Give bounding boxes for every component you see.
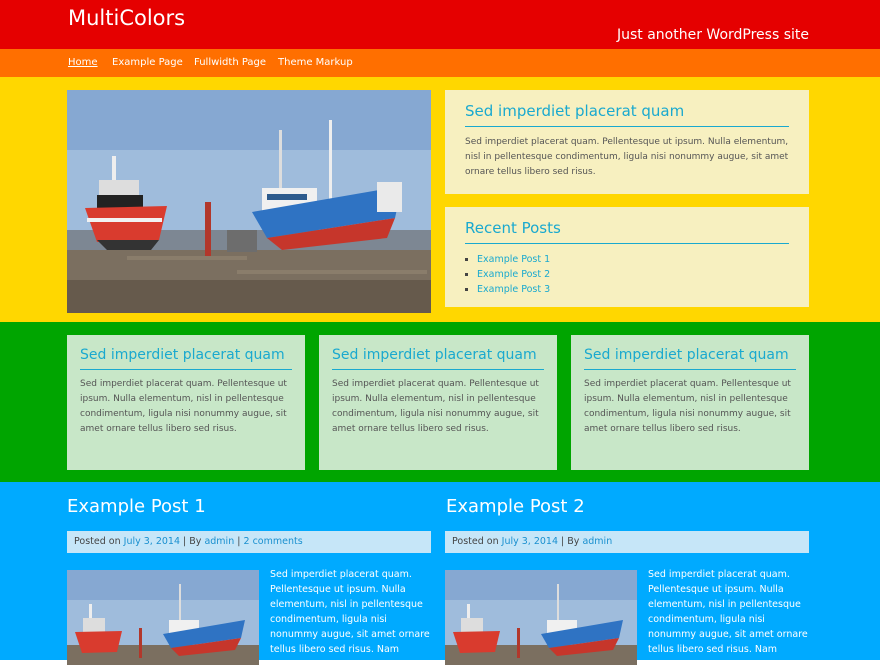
post-title[interactable]: Example Post 2 (446, 496, 585, 517)
author-link[interactable]: admin (582, 536, 612, 547)
widget-text: Sed imperdiet placerat quam. Pellentesqu… (80, 379, 287, 434)
post-title[interactable]: Example Post 1 (67, 496, 206, 517)
widget-title-recent-posts: Recent Posts (465, 219, 789, 244)
nav-item-fullwidth-page[interactable]: Fullwidth Page (194, 57, 266, 68)
recent-post-link[interactable]: Example Post 3 (477, 284, 550, 295)
nav-item-theme-markup[interactable]: Theme Markup (278, 57, 353, 68)
recent-post-link[interactable]: Example Post 1 (477, 254, 550, 265)
boats-thumbnail (67, 570, 259, 665)
post-excerpt: Sed imperdiet placerat quam. Pellentesqu… (648, 569, 808, 655)
author-link[interactable]: admin (204, 536, 234, 547)
site-title[interactable]: MultiColors (68, 6, 185, 30)
post-date-link[interactable]: July 3, 2014 (502, 536, 558, 547)
comments-link[interactable]: 2 comments (244, 536, 303, 547)
list-item: Example Post 1 (477, 252, 789, 267)
main-nav: Home Example Page Fullwidth Page Theme M… (0, 49, 880, 77)
widget-title: Sed imperdiet placerat quam (584, 347, 796, 370)
posted-on-label: Posted on (74, 536, 121, 547)
text-widget: Sed imperdiet placerat quam Sed imperdie… (445, 90, 809, 194)
boats-illustration (67, 90, 431, 313)
widget-title: Sed imperdiet placerat quam (465, 102, 789, 127)
list-item: Example Post 2 (477, 267, 789, 282)
by-label: By (189, 536, 202, 547)
footer-widget-3: Sed imperdiet placerat quam Sed imperdie… (571, 335, 809, 470)
post-thumbnail[interactable] (445, 570, 637, 665)
footer-widget-1: Sed imperdiet placerat quam Sed imperdie… (67, 335, 305, 470)
hero-image[interactable] (67, 90, 431, 313)
boats-thumbnail (445, 570, 637, 665)
posted-on-label: Posted on (452, 536, 499, 547)
recent-post-link[interactable]: Example Post 2 (477, 269, 550, 280)
recent-posts-list: Example Post 1 Example Post 2 Example Po… (465, 252, 789, 297)
nav-item-home[interactable]: Home (68, 57, 98, 68)
by-label: By (567, 536, 580, 547)
widget-text: Sed imperdiet placerat quam. Pellentesqu… (332, 379, 539, 434)
widget-text: Sed imperdiet placerat quam. Pellentesqu… (465, 137, 789, 177)
post-meta: Posted on July 3, 2014 | By admin (445, 531, 809, 553)
widget-title: Sed imperdiet placerat quam (332, 347, 544, 370)
footer-widget-2: Sed imperdiet placerat quam Sed imperdie… (319, 335, 557, 470)
post-meta: Posted on July 3, 2014 | By admin | 2 co… (67, 531, 431, 553)
nav-item-example-page[interactable]: Example Page (112, 57, 183, 68)
list-item: Example Post 3 (477, 282, 789, 297)
recent-posts-widget: Recent Posts Example Post 1 Example Post… (445, 207, 809, 307)
post-date-link[interactable]: July 3, 2014 (124, 536, 180, 547)
widget-text: Sed imperdiet placerat quam. Pellentesqu… (584, 379, 791, 434)
post-excerpt: Sed imperdiet placerat quam. Pellentesqu… (270, 569, 430, 655)
widget-title: Sed imperdiet placerat quam (80, 347, 292, 370)
site-header: MultiColors Just another WordPress site (0, 0, 880, 49)
post-thumbnail[interactable] (67, 570, 259, 665)
site-tagline: Just another WordPress site (616, 27, 809, 43)
